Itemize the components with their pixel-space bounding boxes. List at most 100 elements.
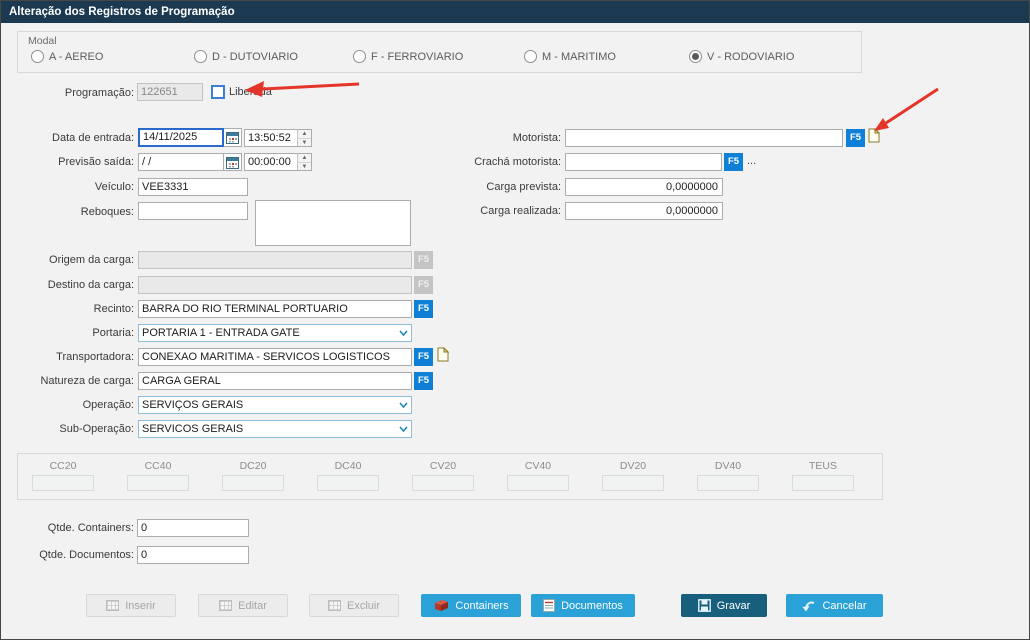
previsao-saida-time-input[interactable]: 00:00:00 ▲ ▼ xyxy=(244,153,312,171)
col-label-cc40: CC40 xyxy=(144,460,172,472)
sub-operacao-select[interactable]: SERVICOS GERAIS xyxy=(138,420,412,438)
count-cc20-input xyxy=(32,475,94,491)
liberada-label: Liberada xyxy=(229,86,272,98)
container-counts-groupbox: CC20 CC40 DC20 DC40 CV20 CV40 DV20 DV40 … xyxy=(17,453,883,500)
containers-button[interactable]: Containers xyxy=(421,594,521,617)
count-cv40-input xyxy=(507,475,569,491)
radio-circle-icon xyxy=(353,50,366,63)
portaria-select[interactable]: PORTARIA 1 - ENTRADA GATE xyxy=(138,324,412,342)
col-label-teus: TEUS xyxy=(808,460,837,472)
recinto-label: Recinto: xyxy=(93,303,134,315)
chevron-down-icon xyxy=(399,402,408,409)
chevron-down-icon xyxy=(399,426,408,433)
veiculo-label: Veículo: xyxy=(94,181,134,193)
inserir-button: Inserir xyxy=(86,594,176,617)
chevron-down-icon xyxy=(399,330,408,337)
portaria-label: Portaria: xyxy=(92,327,134,339)
spinner-down-icon[interactable]: ▼ xyxy=(298,163,311,170)
recinto-f5-button[interactable]: F5 xyxy=(414,300,433,318)
insert-icon xyxy=(106,600,120,611)
spinner-up-icon[interactable]: ▲ xyxy=(298,130,311,139)
document-icon[interactable] xyxy=(868,128,880,143)
undo-arrow-icon xyxy=(802,601,815,611)
data-entrada-datepicker[interactable]: 14/11/2025 xyxy=(138,128,242,147)
spinner-down-icon[interactable]: ▼ xyxy=(298,139,311,146)
editar-button: Editar xyxy=(198,594,288,617)
programacao-label: Programação: xyxy=(64,87,134,99)
cracha-more-button[interactable]: ... xyxy=(747,153,756,170)
destino-carga-label: Destino da carga: xyxy=(47,279,134,291)
transportadora-label: Transportadora: xyxy=(56,351,134,363)
documents-icon xyxy=(543,599,556,612)
excluir-button: Excluir xyxy=(309,594,399,617)
time-spinner[interactable]: ▲ ▼ xyxy=(297,154,311,170)
col-label-dc20: DC20 xyxy=(239,460,267,472)
cracha-motorista-label: Crachá motorista: xyxy=(474,156,561,168)
radio-dutoviario[interactable]: D - DUTOVIARIO xyxy=(194,50,298,63)
origem-carga-input xyxy=(138,251,412,269)
count-teus-input xyxy=(792,475,854,491)
calendar-icon[interactable] xyxy=(224,153,242,171)
radio-maritimo[interactable]: M - MARITIMO xyxy=(524,50,616,63)
sub-operacao-label: Sub-Operação: xyxy=(59,423,134,435)
carga-realizada-label: Carga realizada: xyxy=(480,205,561,217)
qtde-documentos-input[interactable]: 0 xyxy=(137,546,249,564)
data-entrada-label: Data de entrada: xyxy=(52,132,134,144)
data-entrada-date-input[interactable]: 14/11/2025 xyxy=(138,128,224,147)
spinner-up-icon[interactable]: ▲ xyxy=(298,154,311,163)
qtde-containers-label: Qtde. Containers: xyxy=(47,522,134,534)
liberada-checkbox[interactable] xyxy=(211,85,225,99)
time-spinner[interactable]: ▲ ▼ xyxy=(297,130,311,146)
save-disk-icon xyxy=(697,599,711,612)
destino-f5-button: F5 xyxy=(414,276,433,294)
reboques-label: Reboques: xyxy=(80,206,134,218)
container-box-icon xyxy=(435,600,449,611)
document-icon[interactable] xyxy=(437,347,449,362)
count-dc20-input xyxy=(222,475,284,491)
window-title: Alteração dos Registros de Programação xyxy=(9,6,235,18)
qtde-documentos-label: Qtde. Documentos: xyxy=(39,549,134,561)
documentos-button[interactable]: Documentos xyxy=(531,594,635,617)
natureza-f5-button[interactable]: F5 xyxy=(414,372,433,390)
modal-groupbox: Modal A - AEREO D - DUTOVIARIO F - FERRO… xyxy=(17,31,862,73)
recinto-input[interactable]: BARRA DO RIO TERMINAL PORTUARIO xyxy=(138,300,412,318)
radio-circle-icon xyxy=(194,50,207,63)
data-entrada-time-input[interactable]: 13:50:52 ▲ ▼ xyxy=(244,129,312,147)
radio-rodoviario[interactable]: V - RODOVIARIO xyxy=(689,50,794,63)
carga-realizada-input[interactable]: 0,0000000 xyxy=(565,202,723,220)
transportadora-f5-button[interactable]: F5 xyxy=(414,348,433,366)
reboques-list-textarea[interactable] xyxy=(255,200,411,246)
radio-circle-selected-icon xyxy=(689,50,702,63)
radio-ferroviario[interactable]: F - FERROVIARIO xyxy=(353,50,463,63)
previsao-saida-datepicker[interactable]: / / xyxy=(138,153,242,171)
qtde-containers-input[interactable]: 0 xyxy=(137,519,249,537)
cracha-motorista-input[interactable] xyxy=(565,153,722,171)
transportadora-input[interactable]: CONEXAO MARITIMA - SERVICOS LOGISTICOS xyxy=(138,348,412,366)
natureza-carga-input[interactable]: CARGA GERAL xyxy=(138,372,412,390)
col-label-cv40: CV40 xyxy=(524,460,552,472)
window-title-bar: Alteração dos Registros de Programação xyxy=(1,1,1029,23)
motorista-input[interactable] xyxy=(565,129,843,147)
calendar-icon[interactable] xyxy=(224,128,242,147)
col-label-dc40: DC40 xyxy=(334,460,362,472)
gravar-button[interactable]: Gravar xyxy=(681,594,767,617)
previsao-saida-date-input[interactable]: / / xyxy=(138,153,224,171)
modal-group-label: Modal xyxy=(28,35,57,47)
operacao-select[interactable]: SERVIÇOS GERAIS xyxy=(138,396,412,414)
radio-aereo[interactable]: A - AEREO xyxy=(31,50,103,63)
natureza-carga-label: Natureza de carga: xyxy=(40,375,134,387)
motorista-label: Motorista: xyxy=(512,132,561,144)
cancelar-button[interactable]: Cancelar xyxy=(786,594,883,617)
delete-icon xyxy=(327,600,341,611)
carga-prevista-input[interactable]: 0,0000000 xyxy=(565,178,723,196)
application-window: Alteração dos Registros de Programação M… xyxy=(0,0,1030,640)
radio-circle-icon xyxy=(31,50,44,63)
veiculo-input[interactable]: VEE3331 xyxy=(138,178,248,196)
edit-icon xyxy=(219,600,233,611)
reboques-input[interactable] xyxy=(138,202,248,220)
cracha-f5-button[interactable]: F5 xyxy=(724,153,743,171)
radio-circle-icon xyxy=(524,50,537,63)
count-cc40-input xyxy=(127,475,189,491)
operacao-label: Operação: xyxy=(82,399,134,411)
motorista-f5-button[interactable]: F5 xyxy=(846,129,865,147)
